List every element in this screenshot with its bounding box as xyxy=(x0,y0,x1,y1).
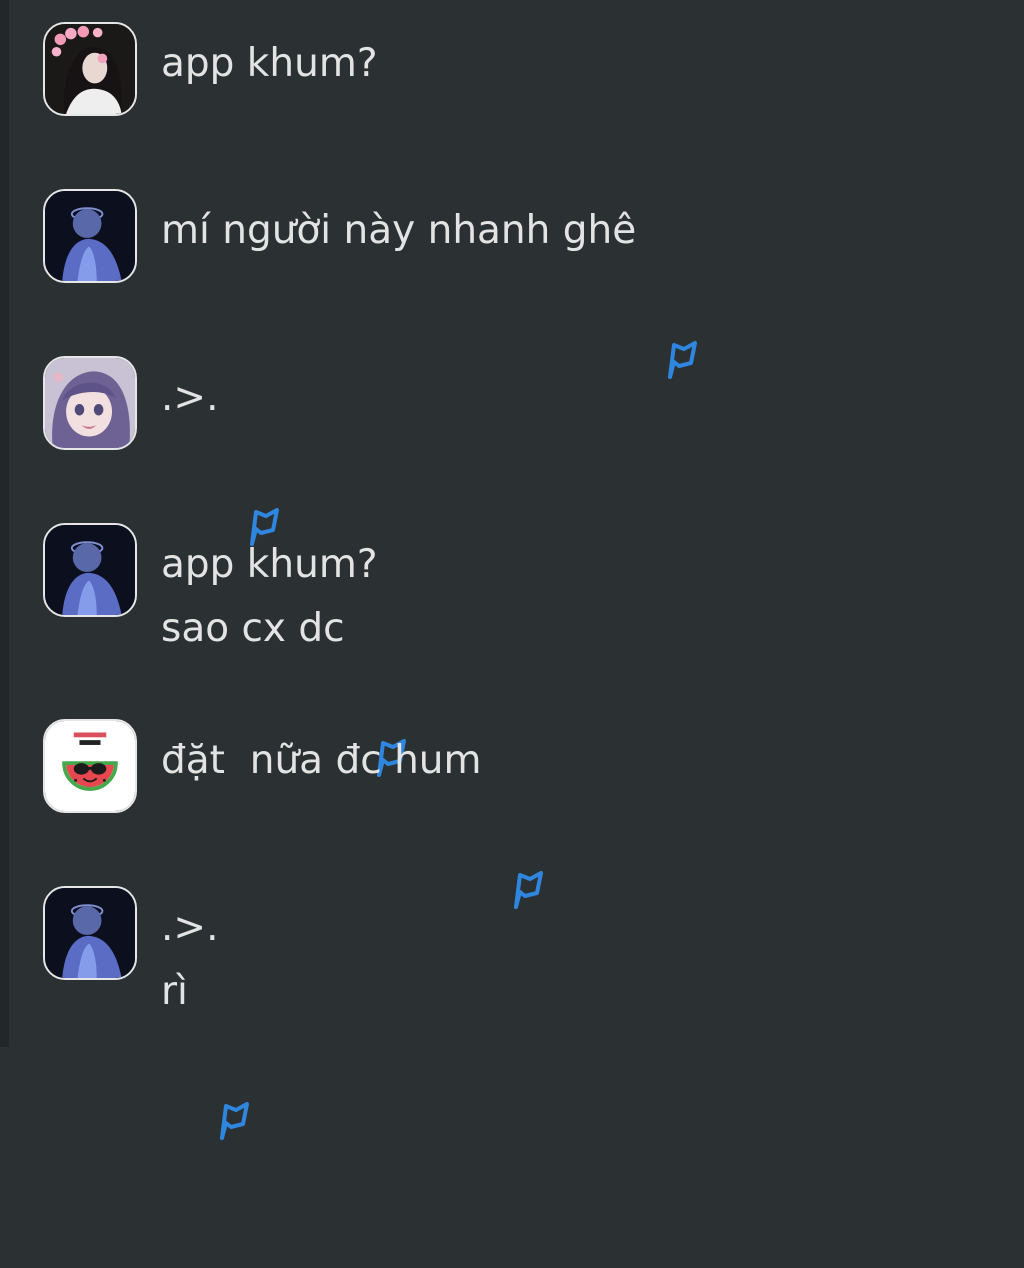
blue-glowing-figure-avatar-image xyxy=(45,888,135,978)
message-lines: app khum? xyxy=(161,32,378,96)
message-text: đặt nữa đc hum xyxy=(161,738,482,783)
message-lines: mí người này nhanh ghê xyxy=(161,199,700,379)
girl-with-flower-crown-avatar-image xyxy=(45,24,135,114)
watermelon-sunglasses-avatar-image xyxy=(45,721,135,811)
message-lines: .>. rì xyxy=(161,896,252,1140)
message-text: app khum? xyxy=(161,542,378,587)
flag-icon[interactable] xyxy=(373,609,409,777)
avatar[interactable] xyxy=(43,523,137,617)
message-line: rì xyxy=(161,960,252,1140)
message-text: sao cx dc xyxy=(161,606,345,651)
message-text: app khum? xyxy=(161,41,378,86)
blue-glowing-figure-avatar-image xyxy=(45,525,135,615)
flag-icon[interactable] xyxy=(216,972,252,1140)
chat-message-list[interactable]: app khum? mí người này nhanh ghê .>. app… xyxy=(0,0,1024,1140)
blue-glowing-figure-avatar-image xyxy=(45,191,135,281)
message-text: rì xyxy=(161,969,188,1014)
message-line: app khum? xyxy=(161,32,378,96)
avatar[interactable] xyxy=(43,719,137,813)
avatar[interactable] xyxy=(43,22,137,116)
message-line: sao cx dc xyxy=(161,597,409,777)
message-lines: đặt nữa đc hum xyxy=(161,729,546,909)
avatar[interactable] xyxy=(43,356,137,450)
message-lines: app khum? sao cx dc xyxy=(161,533,409,777)
avatar[interactable] xyxy=(43,189,137,283)
message-lines: .>. xyxy=(161,366,282,546)
anime-girl-purple-hair-avatar-image xyxy=(45,358,135,448)
message-line: .>. xyxy=(161,366,282,546)
message-text: mí người này nhanh ghê xyxy=(161,208,637,253)
message-line: app khum? xyxy=(161,533,409,597)
message-text: .>. xyxy=(161,375,219,420)
message-line: mí người này nhanh ghê xyxy=(161,199,700,379)
message-line: đặt nữa đc hum xyxy=(161,729,546,909)
message-text: .>. xyxy=(161,905,219,950)
avatar[interactable] xyxy=(43,886,137,980)
flag-icon[interactable] xyxy=(510,741,546,909)
flag-icon[interactable] xyxy=(246,378,282,546)
flag-icon[interactable] xyxy=(664,211,700,379)
message-line: .>. xyxy=(161,896,252,960)
